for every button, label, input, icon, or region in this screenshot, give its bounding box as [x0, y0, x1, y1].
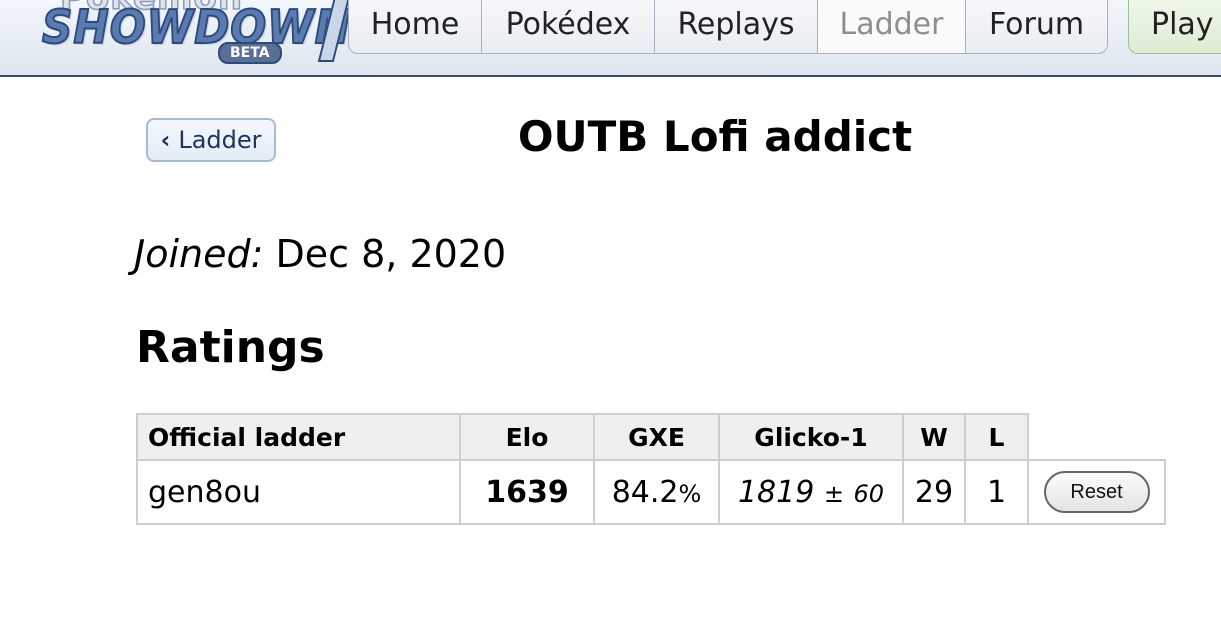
col-header-elo: Elo [459, 413, 595, 461]
gxe-value: 84.2 [611, 474, 679, 510]
col-header-official-ladder: Official ladder [136, 413, 461, 461]
cell-format: gen8ou [136, 459, 461, 525]
table-header-row: Official ladder Elo GXE Glicko-1 W L [136, 413, 1165, 461]
back-to-ladder-button[interactable]: ‹ Ladder [146, 118, 276, 162]
joined-info: Joined: Dec 8, 2020 [134, 232, 506, 276]
col-header-wins: W [902, 413, 966, 461]
col-header-actions [1028, 414, 1165, 461]
nav-tab-pokedex[interactable]: Pokédex [481, 0, 655, 54]
col-header-glicko: Glicko-1 [718, 413, 904, 461]
cell-actions: Reset [1027, 459, 1166, 525]
table-row: gen8ou 1639 84.2% 1819 ± 60 29 1 Reset [136, 459, 1166, 525]
reset-button[interactable]: Reset [1043, 471, 1150, 513]
cell-wins: 29 [902, 459, 966, 525]
nav-tab-ladder[interactable]: Ladder [817, 0, 966, 54]
logo-showdown-text: SHOWDOWN [41, 0, 352, 55]
glicko-deviation: 60 [853, 479, 885, 508]
nav-tab-forum[interactable]: Forum [965, 0, 1108, 54]
site-header: Pokémon SHOWDOWN BETA Home Pokédex Repla… [0, 0, 1221, 77]
logo-beta-badge: BETA [218, 42, 282, 64]
col-header-gxe: GXE [593, 413, 720, 461]
glicko-value: 1819 [737, 474, 815, 510]
back-button-label: Ladder [178, 126, 262, 154]
cell-gxe: 84.2% [593, 459, 720, 525]
joined-date: Dec 8, 2020 [275, 232, 507, 276]
nav-tab-replays[interactable]: Replays [654, 0, 818, 54]
elo-value: 1639 [485, 474, 569, 510]
joined-label: Joined: [134, 232, 264, 276]
cell-glicko: 1819 ± 60 [718, 459, 904, 525]
showdown-logo[interactable]: Pokémon SHOWDOWN BETA [40, 0, 351, 68]
chevron-left-icon: ‹ [160, 126, 171, 154]
ratings-heading: Ratings [136, 322, 325, 373]
glicko-plusminus: ± [823, 479, 844, 508]
nav-tab-play[interactable]: Play [1128, 0, 1221, 54]
ratings-table: Official ladder Elo GXE Glicko-1 W L gen… [136, 413, 1166, 525]
col-header-losses: L [964, 413, 1029, 461]
gxe-unit: % [678, 479, 702, 508]
cell-elo: 1639 [459, 459, 595, 525]
cell-losses: 1 [964, 459, 1029, 525]
nav-tab-home[interactable]: Home [348, 0, 482, 54]
page-title: OUTB Lofi addict [517, 112, 913, 161]
